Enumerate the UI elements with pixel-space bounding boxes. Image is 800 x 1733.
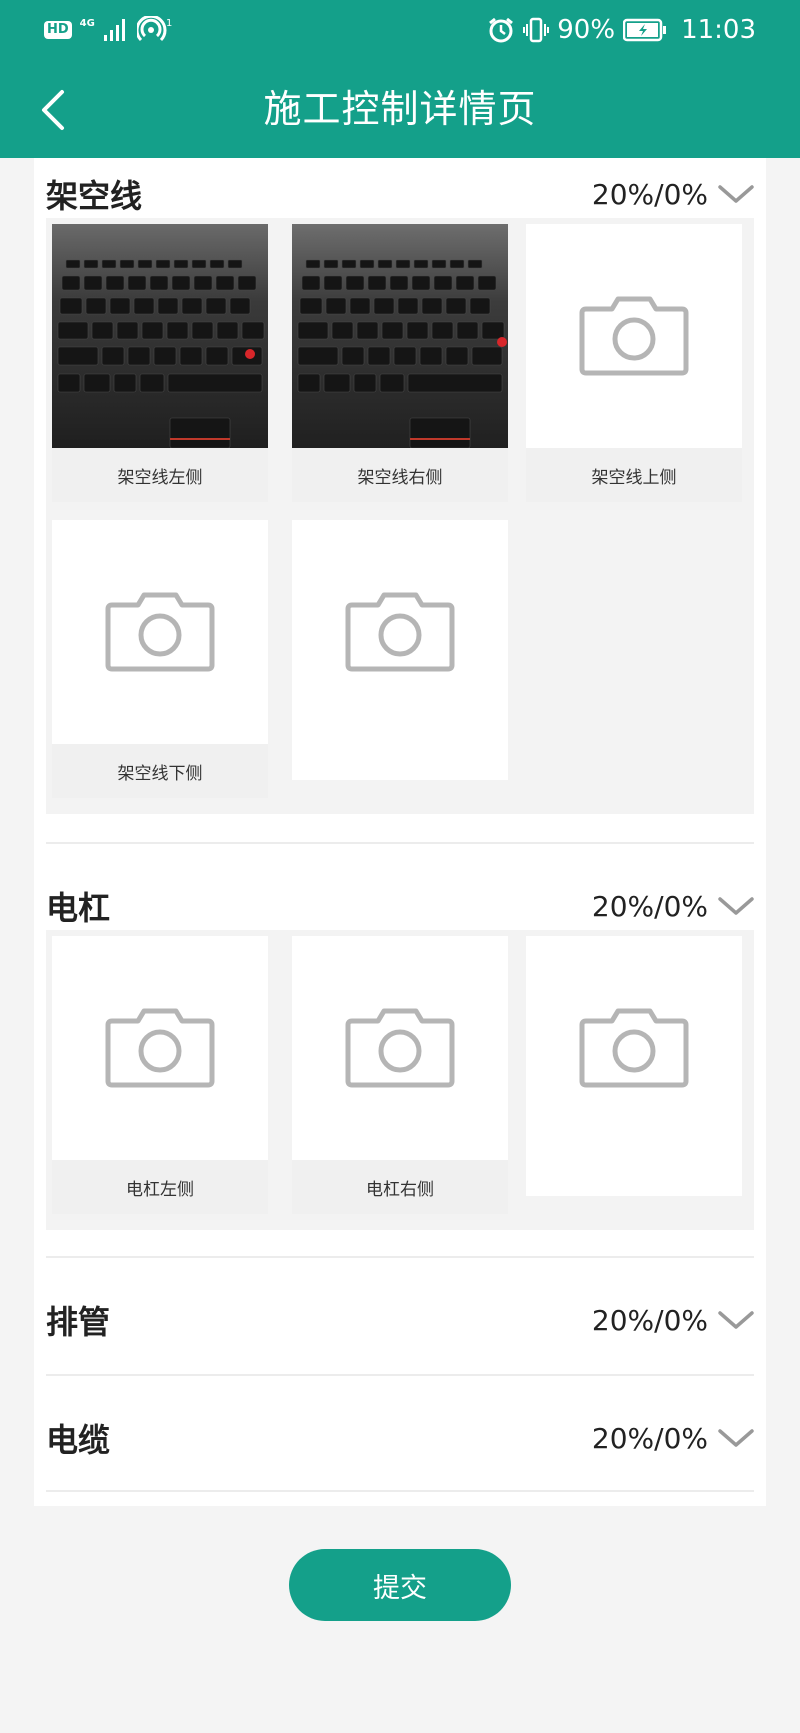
photo-grid: 电杠左侧 电杠右侧 — [46, 930, 754, 1230]
alarm-icon — [489, 17, 514, 43]
page-title: 施工控制详情页 — [263, 87, 537, 131]
photo-caption: 电杠左侧 — [52, 1160, 268, 1214]
photo-placeholder — [292, 936, 508, 1160]
photo-tile[interactable]: 架空线右侧 — [292, 224, 508, 502]
photo-upload-tile[interactable] — [292, 520, 508, 780]
section-header-conduit[interactable]: 排管 20%/0% — [46, 1290, 754, 1350]
section-status: 20%/0% — [592, 1422, 754, 1455]
section-progress: 20%/0% — [591, 889, 708, 923]
photo-placeholder — [52, 520, 268, 744]
photo-placeholder — [52, 936, 268, 1160]
signal-icon — [103, 19, 125, 41]
section-status: 20%/0% — [592, 178, 754, 211]
keyboard-photo — [292, 224, 508, 448]
photo-grid: 架空线左侧 架空线右侧 架空线上侧 架空线下侧 — [46, 218, 754, 814]
section-progress: 20%/0% — [591, 177, 708, 211]
hd-badge: HD — [44, 21, 72, 39]
photo-placeholder — [526, 224, 742, 448]
section-header-overhead-line[interactable]: 架空线 20%/0% — [46, 164, 754, 224]
photo-caption: 电杠右侧 — [292, 1160, 508, 1214]
camera-icon — [345, 592, 455, 672]
photo-thumbnail — [292, 224, 508, 448]
battery-icon — [623, 18, 667, 42]
section-status: 20%/0% — [592, 890, 754, 923]
photo-caption: 架空线下侧 — [52, 744, 268, 798]
camera-icon — [105, 592, 215, 672]
photo-placeholder — [526, 936, 742, 1160]
section-divider — [46, 842, 754, 844]
photo-placeholder — [292, 520, 508, 744]
camera-icon — [105, 1008, 215, 1088]
section-header-pole[interactable]: 电杠 20%/0% — [46, 876, 754, 936]
section-header-cable[interactable]: 电缆 20%/0% — [46, 1408, 754, 1468]
photo-upload-tile[interactable]: 电杠左侧 — [52, 936, 268, 1214]
vibrate-icon — [523, 17, 550, 43]
section-title: 电缆 — [46, 1421, 111, 1459]
photo-caption: 架空线上侧 — [526, 448, 742, 502]
section-divider — [46, 1374, 754, 1376]
status-time: 11:03 — [681, 15, 756, 45]
submit-button[interactable]: 提交 — [289, 1549, 511, 1621]
camera-icon — [579, 1008, 689, 1088]
section-divider — [46, 1256, 754, 1258]
status-bar: HD 4G 1 90% 11:03 — [0, 0, 800, 60]
content-card: 架空线 20%/0% 架空线左侧 架空线右侧 架空线上侧 架空线下侧 电杠 20… — [34, 158, 766, 1506]
battery-percent: 90% — [557, 15, 616, 45]
status-left: HD 4G 1 — [44, 16, 173, 44]
photo-thumbnail — [52, 224, 268, 448]
chevron-down-icon — [718, 1429, 754, 1447]
chevron-down-icon — [718, 1311, 754, 1329]
svg-text:1: 1 — [166, 18, 172, 29]
section-title: 架空线 — [46, 177, 143, 215]
section-status: 20%/0% — [592, 1304, 754, 1337]
section-divider — [46, 1490, 754, 1492]
photo-upload-tile[interactable]: 架空线上侧 — [526, 224, 742, 502]
photo-tile[interactable]: 架空线左侧 — [52, 224, 268, 502]
status-right: 90% 11:03 — [487, 14, 756, 46]
keyboard-photo — [52, 224, 268, 448]
section-progress: 20%/0% — [591, 1303, 708, 1337]
section-title: 排管 — [46, 1303, 111, 1341]
photo-caption: 架空线右侧 — [292, 448, 508, 502]
nav-bar: 施工控制详情页 — [0, 60, 800, 158]
photo-caption: 架空线左侧 — [52, 448, 268, 502]
camera-icon — [345, 1008, 455, 1088]
hotspot-icon: 1 — [136, 16, 172, 42]
section-title: 电杠 — [46, 889, 111, 927]
camera-icon — [579, 296, 689, 376]
photo-upload-tile[interactable]: 架空线下侧 — [52, 520, 268, 798]
chevron-down-icon — [718, 897, 754, 915]
photo-upload-tile[interactable] — [526, 936, 742, 1196]
network-type: 4G — [79, 18, 95, 29]
photo-upload-tile[interactable]: 电杠右侧 — [292, 936, 508, 1214]
app-header: HD 4G 1 90% 11:03 施工控制详情页 — [0, 0, 800, 158]
chevron-down-icon — [718, 185, 754, 203]
section-progress: 20%/0% — [591, 1421, 708, 1455]
